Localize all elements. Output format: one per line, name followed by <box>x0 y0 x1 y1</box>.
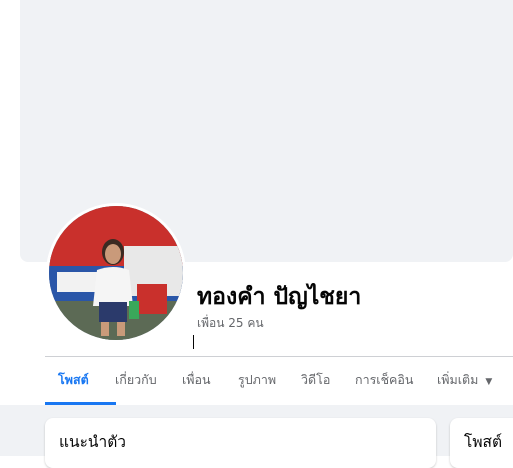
tab-label: โพสต์ <box>58 372 89 387</box>
tab-friends[interactable]: เพื่อน <box>182 357 211 405</box>
text-cursor <box>193 335 194 349</box>
tab-label: เกี่ยวกับ <box>115 372 157 387</box>
tab-label: เพื่อน <box>182 372 211 387</box>
tab-more[interactable]: เพิ่มเติม ▼ <box>437 357 492 405</box>
tab-about[interactable]: เกี่ยวกับ <box>115 357 157 405</box>
profile-photo-image <box>49 206 183 340</box>
posts-card: โพสต์ <box>450 418 513 468</box>
friends-count[interactable]: เพื่อน 25 คน <box>197 314 264 333</box>
tab-posts[interactable]: โพสต์ <box>45 357 116 405</box>
profile-picture[interactable] <box>49 206 183 340</box>
tab-checkins[interactable]: การเช็คอิน <box>355 357 413 405</box>
tab-label: การเช็คอิน <box>355 372 414 387</box>
intro-card: แนะนำตัว <box>45 418 436 468</box>
profile-tabs: โพสต์ เกี่ยวกับ เพื่อน รูปภาพ วิดีโอ การ… <box>45 357 513 405</box>
tab-label: รูปภาพ <box>238 372 277 387</box>
tab-label: วิดีโอ <box>301 372 331 387</box>
caret-down-icon: ▼ <box>485 377 493 387</box>
tab-videos[interactable]: วิดีโอ <box>301 357 330 405</box>
tab-label: เพิ่มเติม <box>437 372 479 387</box>
intro-card-title: แนะนำตัว <box>59 433 126 451</box>
posts-card-title: โพสต์ <box>464 433 503 451</box>
profile-name: ทองคำ ปัญไชยา <box>197 284 362 310</box>
tab-photos[interactable]: รูปภาพ <box>238 357 276 405</box>
